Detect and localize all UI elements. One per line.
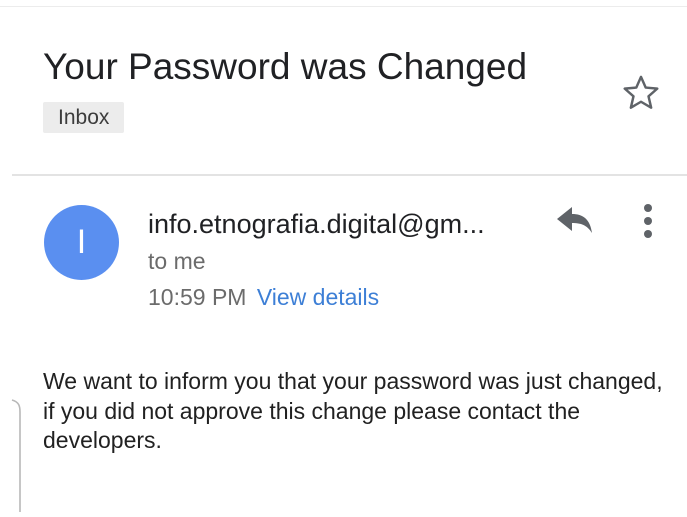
view-details-link[interactable]: View details bbox=[257, 284, 379, 310]
star-icon[interactable] bbox=[620, 72, 662, 114]
email-subject: Your Password was Changed bbox=[43, 46, 528, 87]
recipient-text: to me bbox=[148, 248, 206, 274]
top-divider bbox=[0, 6, 687, 7]
sender-avatar[interactable]: I bbox=[44, 205, 119, 280]
scroll-edge-indicator bbox=[10, 398, 24, 512]
sender-address[interactable]: info.etnografia.digital@gm... bbox=[148, 207, 485, 241]
header-divider bbox=[12, 174, 687, 176]
email-body: We want to inform you that your password… bbox=[43, 368, 663, 453]
more-vert-icon[interactable] bbox=[636, 200, 660, 244]
reply-icon[interactable] bbox=[553, 204, 595, 238]
message-meta: 10:59 PM View details bbox=[148, 282, 379, 312]
inbox-label-chip[interactable]: Inbox bbox=[43, 102, 125, 133]
message-time: 10:59 PM bbox=[148, 284, 247, 310]
